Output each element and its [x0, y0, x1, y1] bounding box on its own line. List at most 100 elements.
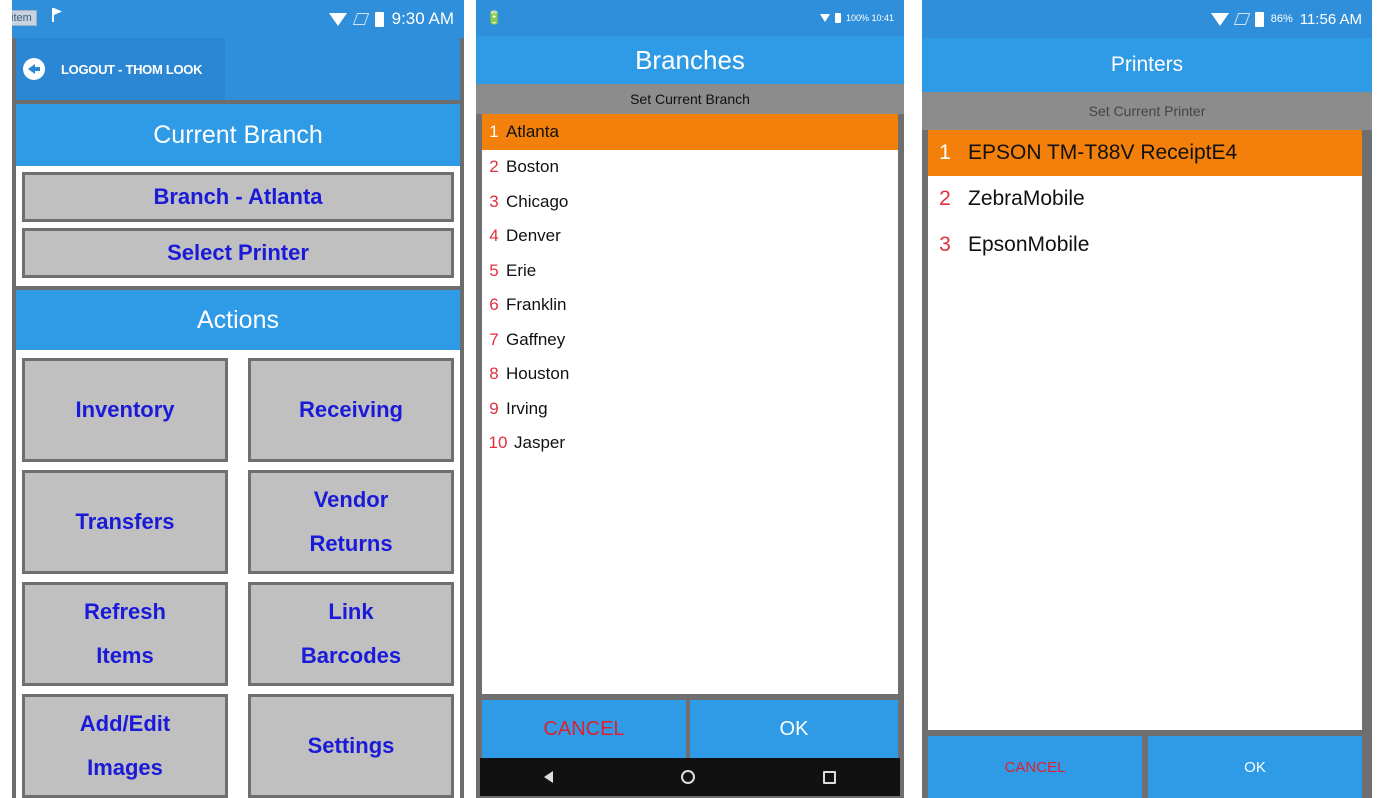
action-label-line1: Refresh [84, 599, 166, 624]
ok-button[interactable]: OK [690, 700, 898, 758]
branch-list: 1 Atlanta 2 Boston 3 Chicago 4 Denver 5 … [482, 114, 898, 694]
item-number: 8 [489, 364, 499, 384]
dialog-subtitle: Set Current Branch [476, 84, 904, 114]
printer-item-zebramobile[interactable]: 2 ZebraMobile [928, 176, 1362, 222]
vendor-returns-button[interactable]: Vendor Returns [248, 470, 454, 574]
cancel-label: CANCEL [1004, 758, 1066, 776]
branch-item-gaffney[interactable]: 7 Gaffney [482, 323, 898, 358]
item-number: 2 [939, 187, 951, 210]
nav-back-icon[interactable] [544, 771, 553, 783]
item-number: 10 [488, 433, 508, 453]
cancel-button[interactable]: CANCEL [928, 736, 1142, 798]
item-label: Houston [506, 364, 570, 384]
action-label-line1: Add/Edit [79, 711, 171, 736]
dialog-subtitle: Set Current Printer [922, 92, 1372, 130]
main-menu-screen: item 9:30 AM LOGOUT - THOM LOOK Current … [12, 0, 464, 798]
item-number: 1 [489, 122, 499, 141]
battery-icon [374, 11, 384, 27]
action-label-line2: Images [87, 755, 163, 780]
item-number: 9 [489, 398, 499, 418]
item-number: 7 [489, 329, 499, 349]
item-number: 2 [489, 157, 499, 177]
branch-item-erie[interactable]: 5 Erie [482, 254, 898, 289]
wifi-icon [1210, 12, 1229, 26]
branch-button[interactable]: Branch - Atlanta [22, 172, 454, 222]
item-label: Jasper [514, 433, 566, 453]
select-printer-label: Select Printer [167, 240, 309, 265]
action-label-line2: Barcodes [300, 643, 402, 668]
item-label: Boston [506, 157, 559, 177]
item-number: 4 [489, 226, 499, 246]
item-label: Erie [506, 260, 537, 280]
dialog-title: Branches [476, 36, 904, 84]
printer-list: 1 EPSON TM-T88V ReceiptE4 2 ZebraMobile … [928, 130, 1362, 730]
item-label: Franklin [506, 295, 567, 315]
transfers-button[interactable]: Transfers [22, 470, 228, 574]
action-label-line1: Link [328, 599, 374, 624]
battery-icon [1254, 11, 1264, 27]
notification-icons: 🔋 [486, 0, 502, 36]
no-signal-icon [1233, 13, 1250, 25]
branch-item-atlanta[interactable]: 1 Atlanta [482, 114, 898, 150]
dialog-title: Printers [922, 38, 1372, 92]
wifi-icon [819, 14, 830, 22]
printers-screen: 86% 11:56 AM Printers Set Current Printe… [922, 0, 1372, 798]
cancel-label: CANCEL [543, 717, 625, 740]
top-bar-fill [225, 38, 460, 100]
cancel-button[interactable]: CANCEL [482, 700, 686, 758]
logout-button[interactable]: LOGOUT - THOM LOOK [16, 38, 225, 100]
action-label-line2: Returns [309, 531, 393, 556]
back-arrow-icon [23, 58, 45, 80]
logout-label: LOGOUT - THOM LOOK [61, 61, 203, 77]
actions-header: Actions [16, 290, 460, 350]
item-label: EPSON TM-T88V ReceiptE4 [968, 141, 1238, 164]
status-time: 11:56 AM [1299, 10, 1362, 28]
item-label: Irving [506, 398, 548, 418]
link-barcodes-button[interactable]: Link Barcodes [248, 582, 454, 686]
inventory-button[interactable]: Inventory [22, 358, 228, 462]
item-label: Denver [506, 226, 561, 246]
status-time: 9:30 AM [391, 9, 454, 28]
ok-label: OK [1244, 758, 1266, 776]
android-nav-bar [480, 758, 900, 796]
branch-item-franklin[interactable]: 6 Franklin [482, 288, 898, 323]
branches-screen: 🔋 100% 10:41 Branches Set Current Branch… [476, 0, 904, 798]
action-label: Transfers [75, 509, 175, 534]
item-tag: item [12, 10, 37, 26]
nav-home-icon[interactable] [681, 770, 695, 784]
ok-label: OK [779, 717, 809, 740]
settings-button[interactable]: Settings [248, 694, 454, 798]
printer-item-epson-tm-t88v[interactable]: 1 EPSON TM-T88V ReceiptE4 [928, 130, 1362, 176]
item-label: Chicago [506, 191, 569, 211]
branch-item-jasper[interactable]: 10 Jasper [482, 426, 898, 461]
battery-icon [834, 13, 841, 23]
branch-item-boston[interactable]: 2 Boston [482, 150, 898, 185]
status-text: 100% 10:41 [845, 13, 894, 23]
action-label-line1: Vendor [313, 487, 389, 512]
item-number: 6 [489, 295, 499, 315]
receiving-button[interactable]: Receiving [248, 358, 454, 462]
nav-recents-icon[interactable] [823, 770, 836, 784]
item-number: 5 [489, 260, 499, 280]
item-label: ZebraMobile [968, 187, 1085, 210]
current-branch-header: Current Branch [16, 104, 460, 166]
branch-item-irving[interactable]: 9 Irving [482, 392, 898, 427]
action-label-line2: Items [96, 643, 154, 668]
status-bar: 🔋 100% 10:41 [476, 0, 904, 36]
notification-icon: 🔋 [486, 10, 503, 25]
ok-button[interactable]: OK [1148, 736, 1362, 798]
branch-item-chicago[interactable]: 3 Chicago [482, 185, 898, 220]
add-edit-images-button[interactable]: Add/Edit Images [22, 694, 228, 798]
action-label: Inventory [75, 397, 175, 422]
branch-item-houston[interactable]: 8 Houston [482, 357, 898, 392]
item-label: Atlanta [506, 122, 559, 141]
refresh-items-button[interactable]: Refresh Items [22, 582, 228, 686]
action-label: Settings [307, 733, 395, 758]
branch-item-denver[interactable]: 4 Denver [482, 219, 898, 254]
item-label: Gaffney [506, 329, 566, 349]
action-label: Receiving [299, 397, 403, 422]
select-printer-button[interactable]: Select Printer [22, 228, 454, 278]
printer-item-epsonmobile[interactable]: 3 EpsonMobile [928, 222, 1362, 268]
branch-button-label: Branch - Atlanta [153, 184, 323, 209]
item-label: EpsonMobile [968, 233, 1090, 256]
